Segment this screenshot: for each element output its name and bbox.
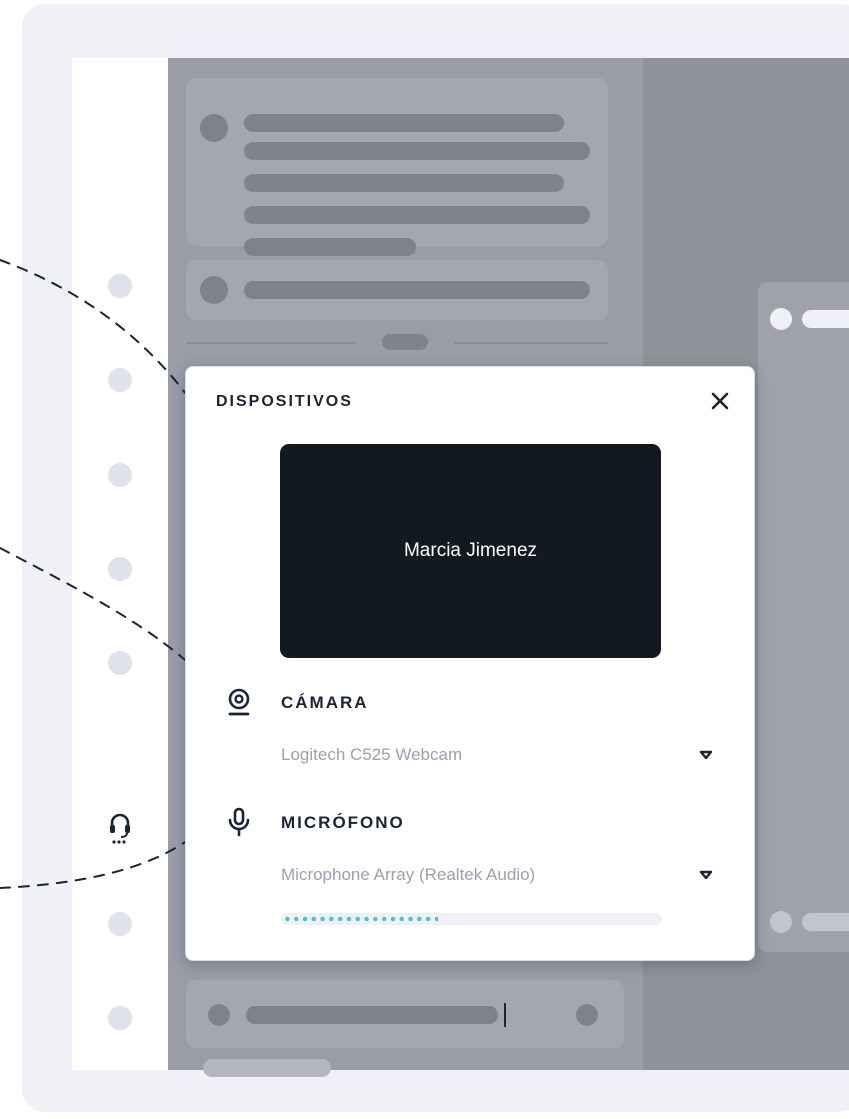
close-icon — [706, 392, 734, 419]
close-button[interactable] — [706, 387, 734, 415]
microphone-level-fill — [283, 916, 438, 922]
microphone-selected-value: Microphone Array (Realtek Audio) — [281, 865, 536, 884]
microphone-level-meter — [281, 913, 662, 925]
caret-down-icon — [699, 868, 713, 880]
camera-label: CÁMARA — [281, 693, 369, 712]
microphone-label: MICRÓFONO — [281, 813, 405, 832]
caret-down-icon — [699, 748, 713, 760]
microphone-icon — [224, 807, 254, 837]
dialog-title: DISPOSITIVOS — [216, 393, 353, 410]
webcam-icon — [224, 687, 254, 717]
participant-name: Marcia Jimenez — [403, 540, 538, 561]
camera-selected-value: Logitech C525 Webcam — [281, 745, 463, 764]
camera-preview: Marcia Jimenez — [280, 444, 661, 658]
devices-dialog: DISPOSITIVOS Marcia Jimenez CÁMARA Logit… — [185, 366, 755, 961]
microphone-select[interactable]: Microphone Array (Realtek Audio) — [281, 859, 721, 891]
camera-select[interactable]: Logitech C525 Webcam — [281, 739, 721, 771]
